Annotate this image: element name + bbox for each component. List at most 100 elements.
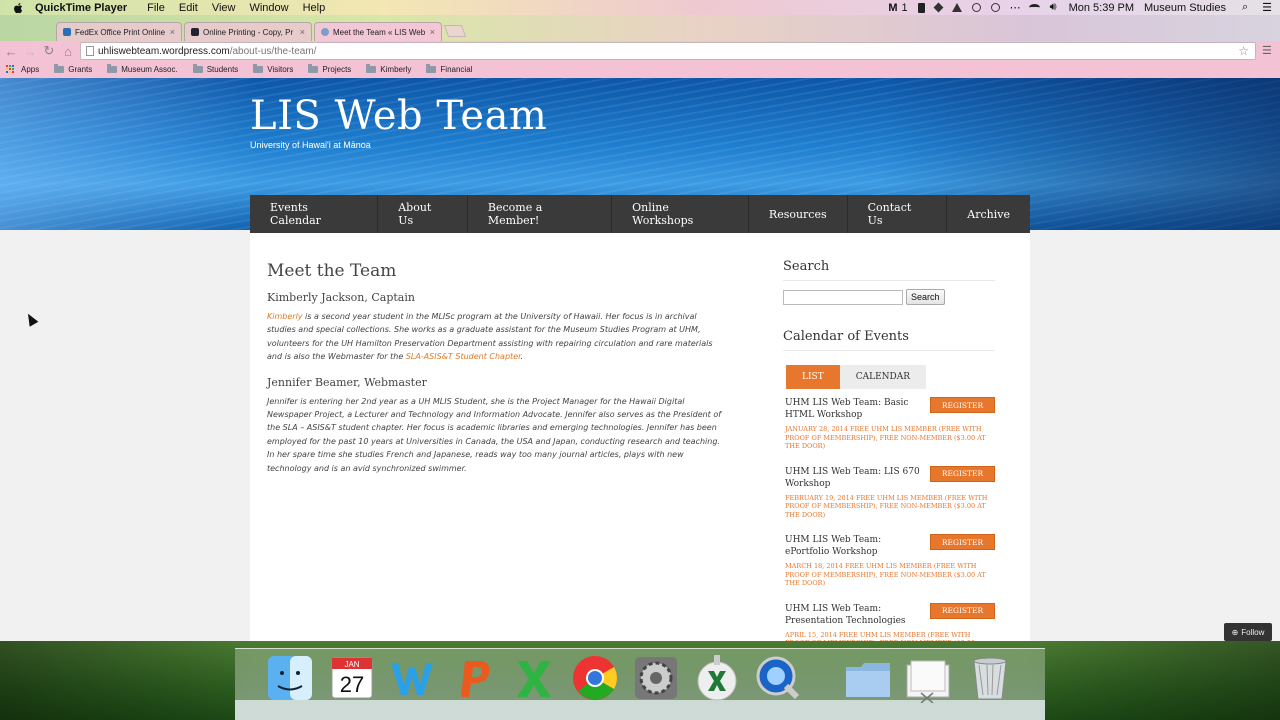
nav-events-calendar[interactable]: Events Calendar (250, 195, 379, 233)
calendar-icon[interactable]: JAN 27 (326, 652, 378, 704)
bookmark-museum-assoc[interactable]: Museum Assoc. (107, 64, 178, 74)
register-button[interactable]: REGISTER (930, 534, 995, 550)
sla-asist-chapter-link[interactable]: SLA-ASIS&T Student Chapter (406, 352, 521, 361)
nav-about-us[interactable]: About Us (378, 195, 468, 233)
document-stack-icon[interactable] (902, 652, 954, 704)
nav-become-member[interactable]: Become a Member! (468, 195, 613, 233)
search-form: Search (783, 289, 995, 305)
tab-list[interactable]: LIST (786, 365, 840, 389)
follow-button[interactable]: ⊕ Follow (1224, 623, 1272, 641)
spotlight-icon[interactable]: ⌕ (1242, 1, 1248, 14)
search-button[interactable]: Search (906, 289, 945, 305)
event-item: UHM LIS Web Team: Basic HTML Workshop RE… (785, 397, 997, 451)
bookmark-label: Financial (440, 65, 473, 74)
event-item: UHM LIS Web Team: Presentation Technolog… (785, 602, 997, 641)
site-description: University of Hawai'i at Mānoa (250, 140, 371, 150)
word-icon[interactable] (386, 652, 438, 704)
forward-button[interactable]: → (22, 43, 38, 59)
event-title[interactable]: UHM LIS Web Team: ePortfolio Workshop (785, 534, 925, 558)
more-icon[interactable]: ⋯ (1010, 1, 1021, 14)
menu-window[interactable]: Window (249, 2, 288, 14)
menu-help[interactable]: Help (303, 2, 326, 14)
chrome-icon[interactable] (569, 652, 621, 704)
main-navigation: Events Calendar About Us Become a Member… (250, 195, 1030, 233)
search-input[interactable] (783, 289, 903, 305)
calendar-day: 27 (340, 672, 364, 697)
bookmark-kimberly[interactable]: Kimberly (366, 64, 411, 74)
folder-icon (366, 64, 377, 73)
menu-file[interactable]: File (147, 2, 165, 14)
drive-icon[interactable] (951, 3, 962, 12)
excel-download-icon[interactable] (691, 652, 743, 704)
tab-close-icon[interactable]: × (300, 27, 305, 37)
bio-text-end: . (520, 352, 524, 362)
follow-label: Follow (1241, 627, 1265, 637)
register-button[interactable]: REGISTER (930, 602, 995, 619)
new-tab-button[interactable] (443, 25, 467, 37)
event-meta: March 18, 2014 FREE UHM LIS MEMBER (FREE… (785, 562, 986, 587)
user-name[interactable]: Museum Studies (1144, 2, 1226, 14)
calendar-month: JAN (344, 660, 359, 669)
folder-icon (54, 64, 65, 73)
battery-monitor-icon[interactable] (917, 2, 925, 13)
browser-tab-strip: FedEx Office Print Online × Online Print… (0, 15, 1280, 41)
folder-icon (253, 64, 264, 73)
time-machine-icon[interactable] (990, 3, 1000, 12)
back-button[interactable]: ← (3, 43, 19, 59)
excel-icon[interactable] (508, 652, 560, 704)
chrome-menu-icon[interactable]: ☰ (1262, 44, 1274, 57)
tab-fedex[interactable]: FedEx Office Print Online × (56, 22, 182, 41)
event-title[interactable]: UHM LIS Web Team: Basic HTML Workshop (785, 397, 925, 421)
bookmark-projects[interactable]: Projects (308, 64, 352, 74)
quicktime-icon[interactable] (752, 652, 804, 704)
kimberly-link[interactable]: Kimberly (267, 312, 303, 321)
bluetooth-icon[interactable] (971, 3, 981, 12)
nav-archive[interactable]: Archive (947, 195, 1030, 233)
trash-icon[interactable] (964, 652, 1016, 704)
app-name[interactable]: QuickTime Player (35, 2, 127, 14)
nav-online-workshops[interactable]: Online Workshops (612, 195, 749, 233)
bookmark-financial[interactable]: Financial (426, 64, 473, 74)
tab-meet-the-team[interactable]: Meet the Team « LIS Web × (314, 22, 442, 41)
clock[interactable]: Mon 5:39 PM (1069, 2, 1134, 14)
calendar-widget-title: Calendar of Events (783, 329, 995, 351)
tab-close-icon[interactable]: × (170, 27, 175, 37)
bookmarks-bar: Apps Grants Museum Assoc. Students Visit… (0, 61, 1280, 78)
tab-online-printing[interactable]: Online Printing - Copy, Pr × (184, 22, 312, 41)
wifi-icon[interactable] (1028, 4, 1040, 11)
finder-icon[interactable] (264, 652, 316, 704)
menu-edit[interactable]: Edit (179, 2, 198, 14)
register-button[interactable]: REGISTER (930, 465, 995, 482)
bookmark-star-icon[interactable]: ☆ (1238, 44, 1249, 58)
adobe-icon[interactable]: M (888, 2, 897, 14)
bookmark-grants[interactable]: Grants (54, 64, 92, 74)
event-meta: January 28, 2014 FREE UHM LIS MEMBER (FR… (785, 425, 986, 450)
bookmark-apps[interactable]: Apps (6, 65, 39, 74)
folder-icon (107, 64, 118, 73)
documents-folder-icon[interactable] (842, 652, 894, 704)
powerpoint-icon[interactable] (448, 652, 500, 704)
page-title: Meet the Team (267, 261, 397, 281)
bookmark-label: Projects (322, 65, 352, 74)
bookmark-visitors[interactable]: Visitors (253, 64, 293, 74)
system-preferences-icon[interactable] (630, 652, 682, 704)
reload-button[interactable]: ↻ (41, 43, 57, 59)
member-name: Kimberly Jackson, Captain (267, 291, 415, 304)
register-button[interactable]: REGISTER (930, 397, 995, 413)
follow-icon: ⊕ (1231, 627, 1239, 637)
notification-center-icon[interactable]: ☰ (1262, 1, 1272, 14)
nav-resources[interactable]: Resources (749, 195, 848, 233)
event-title[interactable]: UHM LIS Web Team: LIS 670 Workshop (785, 466, 925, 490)
home-button[interactable]: ⌂ (60, 43, 76, 59)
volume-icon[interactable]: 🔊︎ (1050, 1, 1057, 14)
dropbox-icon[interactable] (933, 2, 944, 13)
tab-close-icon[interactable]: × (430, 27, 435, 37)
event-title[interactable]: UHM LIS Web Team: Presentation Technolog… (785, 603, 925, 627)
nav-contact-us[interactable]: Contact Us (848, 195, 948, 233)
menu-view[interactable]: View (212, 2, 236, 14)
site-title[interactable]: LIS Web Team (250, 93, 547, 139)
address-bar[interactable]: uhliswebteam.wordpress.com/about-us/the-… (80, 42, 1256, 60)
apple-menu-icon[interactable] (13, 1, 27, 14)
tab-calendar[interactable]: CALENDAR (839, 365, 927, 389)
bookmark-students[interactable]: Students (192, 64, 238, 74)
